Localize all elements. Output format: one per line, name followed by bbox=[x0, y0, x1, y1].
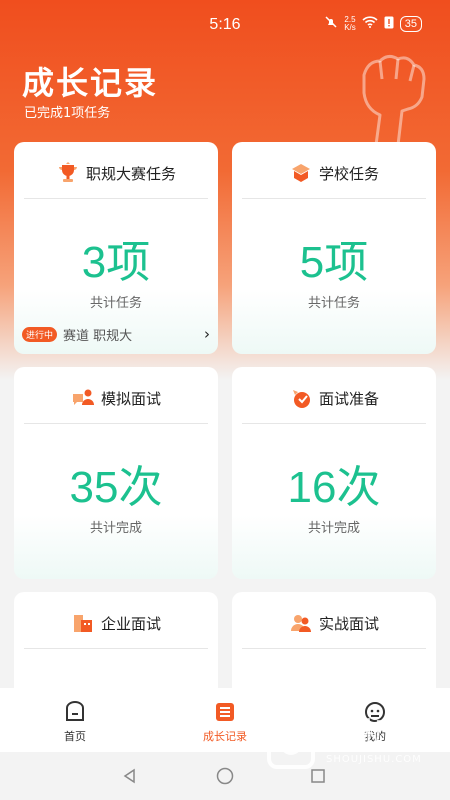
divider bbox=[242, 423, 426, 424]
task-count: 3项 bbox=[81, 238, 151, 287]
users-icon bbox=[290, 615, 311, 632]
chevron-right-icon[interactable]: › bbox=[204, 325, 210, 343]
wifi-icon bbox=[362, 16, 378, 31]
count-caption: 共计任务 bbox=[89, 296, 142, 311]
ticker-text: 赛道 职规大 bbox=[63, 328, 133, 344]
divider bbox=[24, 198, 208, 199]
completed-count: 16次 bbox=[287, 463, 381, 512]
completed-count: 35次 bbox=[69, 463, 163, 512]
card-title: 企业面试 bbox=[100, 614, 161, 633]
mute-icon bbox=[324, 15, 338, 32]
card-title: 面试准备 bbox=[318, 389, 379, 408]
card-title: 实战面试 bbox=[318, 614, 379, 633]
battery-indicator: 35 bbox=[399, 15, 422, 32]
tab-profile[interactable]: 我的 bbox=[315, 688, 435, 752]
status-badge: 进行中 bbox=[22, 326, 58, 342]
card-title: 模拟面试 bbox=[100, 389, 161, 408]
count-caption: 共计任务 bbox=[307, 296, 360, 311]
system-navbar bbox=[0, 752, 450, 800]
card-title: 学校任务 bbox=[318, 164, 379, 183]
network-speed: 2.5 K/s bbox=[344, 14, 356, 32]
card-school-tasks[interactable]: 学校任务 5项 共计任务 bbox=[232, 142, 436, 354]
home-circle-icon[interactable] bbox=[216, 767, 234, 785]
bottom-tabbar: 首页 成长记录 我的 bbox=[0, 688, 450, 752]
card-interview-prep[interactable]: 面试准备 16次 共计完成 bbox=[232, 367, 436, 579]
profile-icon bbox=[365, 702, 385, 722]
count-caption: 共计完成 bbox=[307, 521, 360, 536]
tab-label: 首页 bbox=[64, 730, 86, 743]
building-icon bbox=[73, 615, 92, 632]
divider bbox=[242, 198, 426, 199]
tab-home[interactable]: 首页 bbox=[15, 688, 135, 752]
home-icon bbox=[66, 701, 84, 721]
card-career-contest[interactable]: 职规大赛任务 3项 共计任务 进行中 赛道 职规大 › bbox=[14, 142, 218, 354]
progress-ticker[interactable]: 进行中 赛道 职规大 › bbox=[22, 323, 210, 345]
card-title: 职规大赛任务 bbox=[85, 164, 176, 183]
trophy-icon bbox=[58, 162, 77, 182]
divider bbox=[24, 648, 208, 649]
record-icon bbox=[216, 703, 234, 721]
status-icons: 2.5 K/s 35 bbox=[324, 15, 422, 32]
page-title: 成长记录 bbox=[22, 64, 159, 102]
tab-label: 成长记录 bbox=[203, 730, 247, 743]
tab-growth-record[interactable]: 成长记录 bbox=[165, 688, 285, 752]
recents-icon[interactable] bbox=[310, 768, 326, 784]
divider bbox=[24, 423, 208, 424]
divider bbox=[242, 648, 426, 649]
card-mock-interview[interactable]: 模拟面试 35次 共计完成 bbox=[14, 367, 218, 579]
preparation-icon bbox=[292, 390, 310, 408]
tab-label: 我的 bbox=[364, 730, 386, 743]
raised-fist-icon bbox=[362, 54, 426, 145]
school-icon bbox=[291, 164, 310, 182]
count-caption: 共计完成 bbox=[89, 521, 142, 536]
task-count: 5项 bbox=[299, 238, 369, 287]
sim-alert-icon bbox=[384, 16, 394, 32]
interview-chat-icon bbox=[72, 389, 94, 405]
back-icon[interactable] bbox=[122, 768, 138, 784]
page-subtitle: 已完成1项任务 bbox=[24, 106, 111, 121]
